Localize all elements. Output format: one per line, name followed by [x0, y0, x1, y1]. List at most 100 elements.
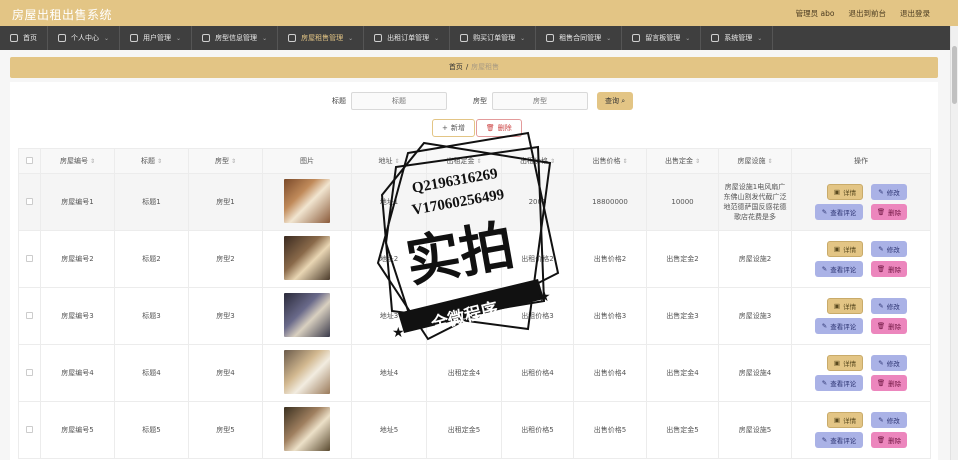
edit-button[interactable]: ✎ 修改 — [871, 184, 907, 200]
trash-icon: 🗑 — [485, 124, 495, 132]
house-photo[interactable] — [284, 236, 330, 280]
house-photo[interactable] — [284, 179, 330, 223]
cell-facilities: 房屋设施2 — [718, 230, 792, 288]
title-label: 标题 — [332, 97, 346, 105]
bulk-delete-button[interactable]: 🗑 删除 — [475, 119, 522, 137]
cell-address: 地址5 — [351, 401, 427, 459]
nav-purchase-orders-label: 购买订单管理 — [473, 34, 516, 42]
row-checkbox[interactable] — [26, 254, 33, 262]
breadcrumb: 首页 / 房屋租售 — [10, 57, 938, 78]
cell-sale-deposit: 10000 — [646, 173, 719, 231]
edit-icon: ✎ — [878, 359, 884, 367]
delete-button[interactable]: 🗑 删除 — [871, 375, 907, 391]
detail-button[interactable]: ▣ 详情 — [827, 298, 863, 314]
header-sale-price[interactable]: 出售价格 ⇕ — [573, 148, 647, 174]
detail-icon: ▣ — [833, 188, 841, 196]
search-bar: 标题 房型 查询 ⌕ — [332, 92, 634, 110]
header-address[interactable]: 地址 ⇕ — [351, 148, 427, 174]
view-reviews-button[interactable]: ✎ 查看评论 — [815, 204, 863, 220]
cell-operations: ▣ 详情 ✎ 修改 ✎ 查看评论 🗑 删除 — [791, 230, 931, 288]
sort-icon: ⇕ — [156, 158, 163, 165]
nav-contracts[interactable]: 租售合同管理 ⌄ — [536, 26, 623, 50]
row-checkbox[interactable] — [26, 311, 33, 319]
edit-button[interactable]: ✎ 修改 — [871, 355, 907, 371]
page-scrollbar[interactable] — [950, 26, 958, 460]
sort-icon: ⇕ — [549, 158, 556, 165]
header-room-type[interactable]: 房型 ⇕ — [188, 148, 263, 174]
breadcrumb-home[interactable]: 首页 — [449, 63, 463, 71]
nav-system[interactable]: 系统管理 ⌄ — [701, 26, 774, 50]
nav-message-board[interactable]: 留言板管理 ⌄ — [622, 26, 702, 50]
header-title[interactable]: 标题 ⇕ — [114, 148, 189, 174]
cell-facilities: 房屋设施5 — [718, 401, 792, 459]
detail-icon: ▣ — [833, 302, 841, 310]
chevron-down-icon: ⌄ — [520, 34, 526, 42]
logout-link[interactable]: 退出登录 — [900, 8, 930, 19]
cell-rent-price: 出租价格2 — [501, 230, 574, 288]
cell-rent-deposit: 出租定金4 — [426, 344, 502, 402]
cell-sale-deposit: 出售定金2 — [646, 230, 719, 288]
header-rent-deposit[interactable]: 出租定金 ⇕ — [426, 148, 502, 174]
detail-button[interactable]: ▣ 详情 — [827, 241, 863, 257]
nav-room-types-label: 房型信息管理 — [215, 34, 258, 42]
nav-house-rental[interactable]: 房屋租售管理 ⌄ — [278, 26, 365, 50]
cell-house-no: 房屋编号2 — [40, 230, 115, 288]
delete-button[interactable]: 🗑 删除 — [871, 432, 907, 448]
table-row: 房屋编号3 标题3 房型3 地址3 出租定金3 出租价格3 出售价格3 出售定金3 房屋设施3 ▣… — [18, 287, 931, 345]
row-checkbox[interactable] — [26, 368, 33, 376]
row-checkbox[interactable] — [26, 197, 33, 205]
house-photo[interactable] — [284, 293, 330, 337]
cell-sale-deposit: 出售定金4 — [646, 344, 719, 402]
edit-button[interactable]: ✎ 修改 — [871, 412, 907, 428]
query-button[interactable]: 查询 ⌕ — [597, 92, 634, 110]
detail-button[interactable]: ▣ 详情 — [827, 355, 863, 371]
detail-button[interactable]: ▣ 详情 — [827, 184, 863, 200]
header-house-no[interactable]: 房屋编号 ⇕ — [40, 148, 115, 174]
cell-sale-deposit: 出售定金3 — [646, 287, 719, 345]
header-sale-deposit[interactable]: 出售定金 ⇕ — [646, 148, 719, 174]
nav-purchase-orders[interactable]: 购买订单管理 ⌄ — [450, 26, 537, 50]
delete-button[interactable]: 🗑 删除 — [871, 261, 907, 277]
add-button[interactable]: + 新增 — [432, 119, 475, 137]
plus-icon: + — [442, 124, 448, 132]
row-select-cell — [18, 230, 41, 288]
nav-profile[interactable]: 个人中心 ⌄ — [48, 26, 121, 50]
room-type-search-input[interactable] — [492, 92, 588, 110]
cell-room-type: 房型1 — [188, 173, 263, 231]
scrollbar-thumb[interactable] — [952, 46, 957, 104]
nav-users[interactable]: 用户管理 ⌄ — [120, 26, 193, 50]
nav-room-types[interactable]: 房型信息管理 ⌄ — [192, 26, 279, 50]
table-row: 房屋编号5 标题5 房型5 地址5 出租定金5 出租价格5 出售价格5 出售定金5 房屋设施5 ▣… — [18, 401, 931, 459]
table-row: 房屋编号1 标题1 房型1 地址1 2000 18800000 10000 房屋设施1电风扇广… — [18, 173, 931, 231]
edit-button[interactable]: ✎ 修改 — [871, 298, 907, 314]
breadcrumb-current: 房屋租售 — [471, 63, 500, 71]
row-checkbox[interactable] — [26, 425, 33, 433]
delete-button[interactable]: 🗑 删除 — [871, 204, 907, 220]
cell-address: 地址3 — [351, 287, 427, 345]
detail-button[interactable]: ▣ 详情 — [827, 412, 863, 428]
cell-title: 标题2 — [114, 230, 189, 288]
cell-rent-price: 出租价格3 — [501, 287, 574, 345]
back-to-frontend-link[interactable]: 退出到前台 — [849, 8, 887, 19]
cell-operations: ▣ 详情 ✎ 修改 ✎ 查看评论 🗑 删除 — [791, 173, 931, 231]
view-reviews-button[interactable]: ✎ 查看评论 — [815, 261, 863, 277]
cell-house-no: 房屋编号1 — [40, 173, 115, 231]
title-search-input[interactable] — [351, 92, 447, 110]
nav-rent-orders[interactable]: 出租订单管理 ⌄ — [364, 26, 451, 50]
delete-button[interactable]: 🗑 删除 — [871, 318, 907, 334]
edit-button[interactable]: ✎ 修改 — [871, 241, 907, 257]
nav-home[interactable]: 首页 — [0, 26, 48, 50]
house-photo[interactable] — [284, 407, 330, 451]
cell-rent-deposit: 出租定金3 — [426, 287, 502, 345]
table-row: 房屋编号2 标题2 房型2 地址2 出租价格2 出售价格2 出售定金2 房屋设施2 ▣ 详情 ✎ 修改… — [18, 230, 931, 288]
house-photo[interactable] — [284, 350, 330, 394]
select-all-checkbox[interactable] — [26, 156, 33, 164]
cell-operations: ▣ 详情 ✎ 修改 ✎ 查看评论 🗑 删除 — [791, 401, 931, 459]
header-rent-price[interactable]: 出租价格 ⇕ — [501, 148, 574, 174]
header-facilities[interactable]: 房屋设施 ⇕ — [718, 148, 792, 174]
cell-title: 标题3 — [114, 287, 189, 345]
view-reviews-button[interactable]: ✎ 查看评论 — [815, 318, 863, 334]
bulk-delete-label: 删除 — [497, 124, 512, 132]
view-reviews-button[interactable]: ✎ 查看评论 — [815, 375, 863, 391]
view-reviews-button[interactable]: ✎ 查看评论 — [815, 432, 863, 448]
